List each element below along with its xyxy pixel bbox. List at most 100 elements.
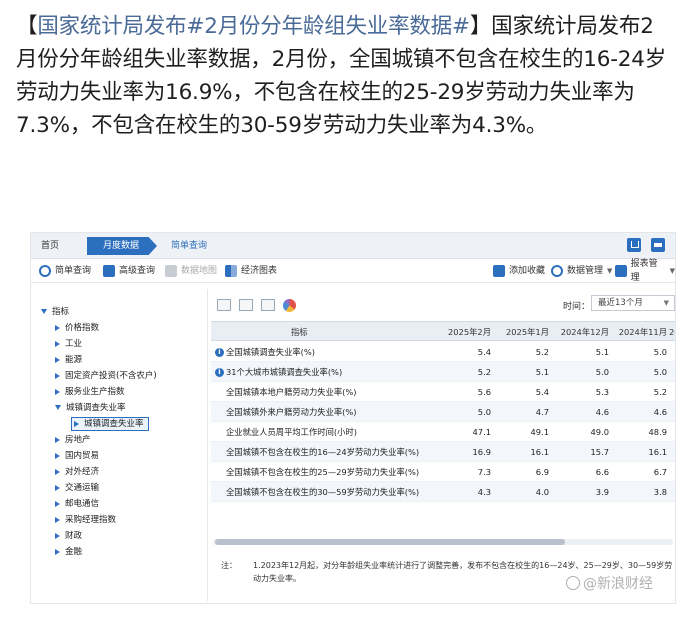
row-indicator-name[interactable]: 企业就业人员周平均工作时间(小时): [226, 422, 357, 442]
list-view-icon[interactable]: [261, 299, 275, 311]
tree-item-label: 国内贸易: [65, 451, 100, 461]
nav-tools: [627, 238, 665, 252]
row-indicator-label: 企业就业人员周平均工作时间(小时): [226, 427, 357, 437]
table-cell: 6.9: [535, 467, 549, 477]
tree-item-transport[interactable]: 交通运输: [55, 481, 99, 495]
expand-down-icon: [41, 309, 47, 314]
row-indicator-name[interactable]: 全国城镇不包含在校生的25—29岁劳动力失业率(%): [226, 462, 419, 482]
econ-chart-button[interactable]: 经济图表: [225, 264, 277, 278]
table-cell: 48.9: [648, 427, 667, 437]
table-cell: 16.9: [472, 447, 491, 457]
table-view-icon[interactable]: [217, 299, 231, 311]
table-cell: 5.1: [535, 367, 549, 377]
share-icon[interactable]: [627, 238, 641, 252]
report-management-menu[interactable]: 报表管理 ▼: [615, 259, 675, 283]
panel-divider: [207, 289, 208, 601]
hashtag-link[interactable]: 国家统计局发布#2月份分年龄组失业率数据#: [37, 14, 470, 39]
tree-item-label: 城镇调查失业率: [84, 419, 144, 429]
table-cell: 5.0: [653, 347, 667, 357]
data-map-label: 数据地图: [181, 266, 218, 276]
row-indicator-name[interactable]: 全国城镇本地户籍劳动力失业率(%): [226, 382, 357, 402]
row-indicator-name[interactable]: 全国城镇外来户籍劳动力失业率(%): [226, 402, 357, 422]
add-favorite-label: 添加收藏: [509, 266, 546, 276]
table-cell: 4.3: [477, 487, 491, 497]
row-indicator-name[interactable]: 全国城镇不包含在校生的16—24岁劳动力失业率(%): [226, 442, 419, 462]
tree-item-foreign-economy[interactable]: 对外经济: [55, 465, 99, 479]
row-indicator-label: 31个大城市城镇调查失业率(%): [226, 367, 343, 377]
view-switcher: [217, 299, 296, 312]
scrollbar-thumb[interactable]: [215, 539, 565, 545]
table-cell: 5.1: [595, 347, 609, 357]
nav-month-data[interactable]: 月度数据: [87, 237, 157, 255]
tree-item-fixed-investment[interactable]: 固定资产投资(不含农户): [55, 369, 157, 383]
header-col[interactable]: 202: [669, 322, 675, 342]
simple-query-button[interactable]: 简单查询: [39, 264, 91, 278]
horizontal-scrollbar[interactable]: [213, 539, 673, 545]
tree-item-label: 财政: [65, 531, 83, 541]
table-cell: 5.2: [535, 347, 549, 357]
tree-item-label: 固定资产投资(不含农户): [65, 371, 157, 381]
row-indicator-label: 全国城镇不包含在校生的16—24岁劳动力失业率(%): [226, 447, 420, 457]
chart-grid-icon: [225, 265, 237, 277]
table-cell: 49.0: [590, 427, 609, 437]
info-icon[interactable]: i: [215, 348, 224, 357]
header-col[interactable]: 2024年12月: [553, 322, 609, 342]
tree-item-domestic-trade[interactable]: 国内贸易: [55, 449, 99, 463]
table-header: 指标 2025年2月 2025年1月 2024年12月 2024年11月 202: [211, 321, 675, 342]
tree-item-selected[interactable]: 城镇调查失业率: [71, 417, 149, 431]
table-cell: 3.9: [595, 487, 609, 497]
table-cell: 5.6: [477, 387, 491, 397]
info-icon[interactable]: i: [215, 368, 224, 377]
bar-chart-icon[interactable]: [239, 299, 253, 311]
table-cell: 5.4: [535, 387, 549, 397]
expand-right-icon: [55, 532, 60, 539]
tree-item-real-estate[interactable]: 房地产: [55, 433, 91, 447]
expand-right-icon: [55, 452, 60, 459]
expand-right-icon: [55, 516, 60, 523]
pie-chart-icon[interactable]: [283, 299, 296, 312]
row-indicator-name[interactable]: 全国城镇不包含在校生的30—59岁劳动力失业率(%): [226, 482, 419, 502]
add-favorite-button[interactable]: 添加收藏: [493, 264, 545, 278]
header-col[interactable]: 2025年1月: [497, 322, 549, 342]
tree-item-label: 工业: [65, 339, 83, 349]
tree-item-urban-unemployment[interactable]: 城镇调查失业率: [55, 401, 126, 415]
advanced-query-label: 高级查询: [119, 266, 156, 276]
time-range-select[interactable]: 最近13个月 ▼: [591, 295, 675, 311]
print-icon[interactable]: [651, 238, 665, 252]
tree-root[interactable]: 指标: [41, 305, 69, 317]
row-indicator-name[interactable]: i 全国城镇调查失业率(%): [215, 342, 315, 362]
tree-item-energy[interactable]: 能源: [55, 353, 82, 367]
row-indicator-label: 全国城镇不包含在校生的30—59岁劳动力失业率(%): [226, 487, 420, 497]
indicator-tree: 指标 价格指数 工业 能源 固定资产投资(不含农户) 服务业生产指数 城镇调查失…: [37, 293, 205, 599]
row-indicator-name[interactable]: i 31个大城市城镇调查失业率(%): [215, 362, 342, 382]
tree-item-finance-fiscal[interactable]: 财政: [55, 529, 82, 543]
toolbar: 简单查询 高级查询 数据地图 经济图表 添加收藏 数据管理 ▼ 报表管理 ▼: [31, 259, 675, 283]
data-map-button[interactable]: 数据地图: [165, 264, 217, 278]
tree-item-pmi[interactable]: 采购经理指数: [55, 513, 116, 527]
tree-item-post-telecom[interactable]: 邮电通信: [55, 497, 99, 511]
data-management-menu[interactable]: 数据管理 ▼: [551, 264, 612, 278]
map-icon: [165, 265, 177, 277]
tree-item-price-index[interactable]: 价格指数: [55, 321, 99, 335]
tree-item-services-index[interactable]: 服务业生产指数: [55, 385, 125, 399]
expand-right-icon: [55, 468, 60, 475]
table-cell: 16.1: [648, 447, 667, 457]
nav-home[interactable]: 首页: [41, 237, 59, 255]
tree-item-finance[interactable]: 金融: [55, 545, 82, 559]
table-cell: 6.7: [653, 467, 667, 477]
table-row: i 全国城镇调查失业率(%) 5.4 5.2 5.1 5.0: [211, 342, 675, 362]
tree-item-label: 金融: [65, 547, 83, 557]
nav-simple-query[interactable]: 简单查询: [161, 237, 207, 255]
expand-right-icon: [55, 500, 60, 507]
advanced-query-button[interactable]: 高级查询: [103, 264, 155, 278]
tree-item-label: 交通运输: [65, 483, 100, 493]
post-text: 【国家统计局发布#2月份分年龄组失业率数据#】国家统计局发布2月份分年龄组失业率…: [16, 10, 672, 142]
table-cell: 7.3: [477, 467, 491, 477]
header-col[interactable]: 2024年11月: [611, 322, 667, 342]
table-cell: 4.0: [535, 487, 549, 497]
header-col[interactable]: 2025年2月: [439, 322, 491, 342]
chevron-down-icon: ▼: [669, 267, 675, 275]
table-cell: 5.0: [477, 407, 491, 417]
report-management-label: 报表管理: [630, 259, 658, 283]
tree-item-industry[interactable]: 工业: [55, 337, 82, 351]
